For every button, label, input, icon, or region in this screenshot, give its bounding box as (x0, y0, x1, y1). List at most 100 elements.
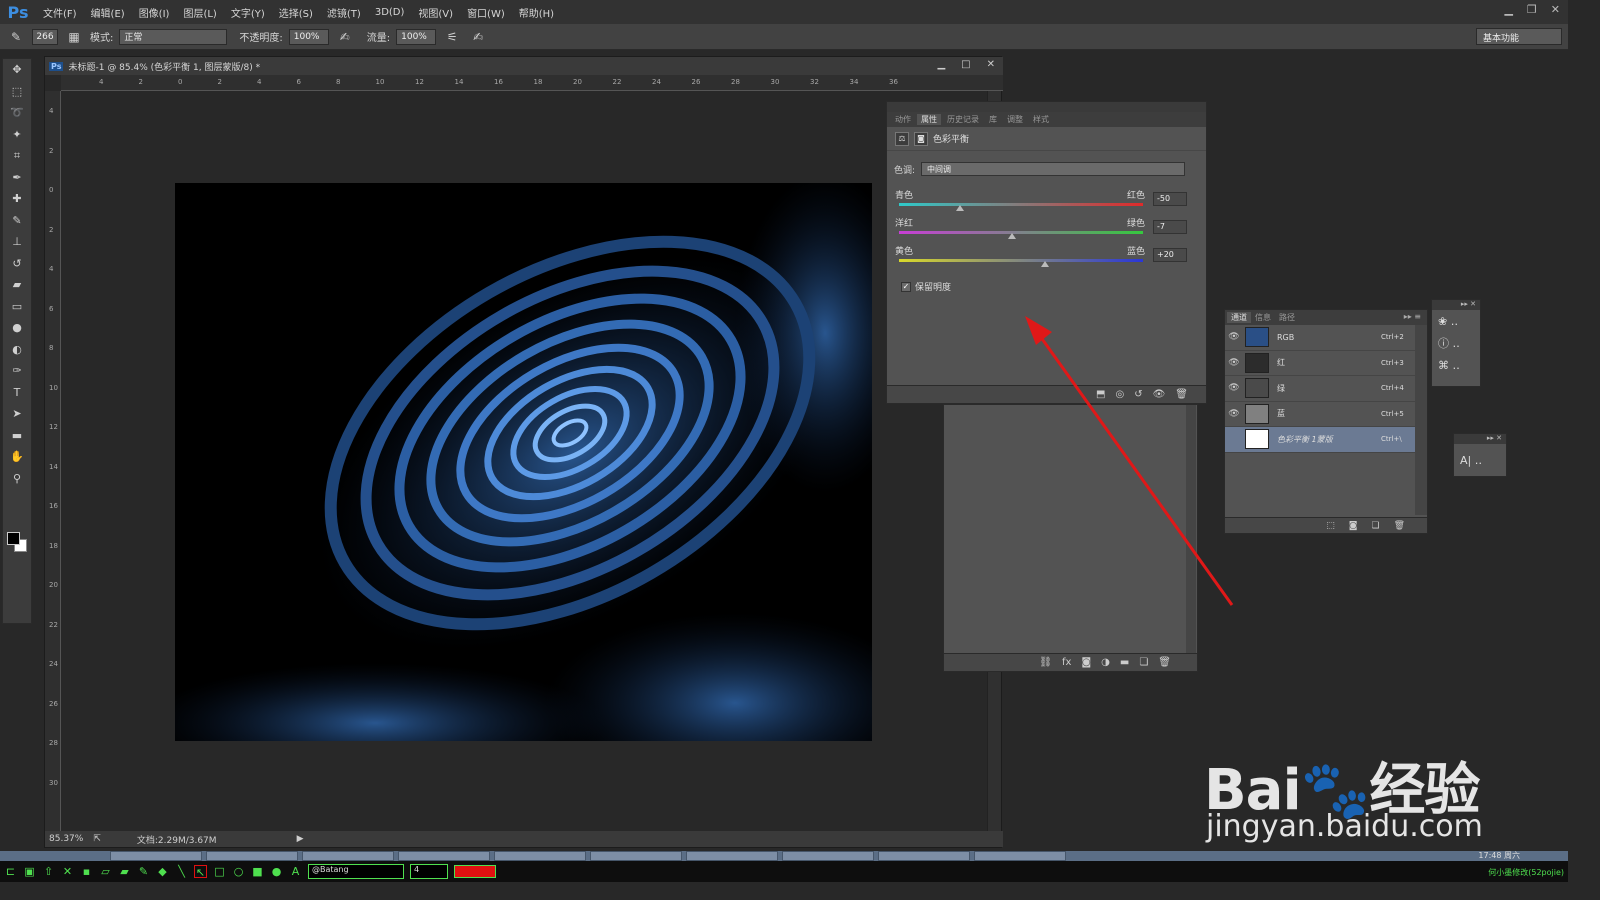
foreground-color-swatch[interactable] (7, 532, 20, 545)
brush-size-picker[interactable]: 266 (32, 28, 58, 45)
info-panel-icon[interactable]: ⓘ ‥ (1432, 332, 1480, 354)
line-icon[interactable]: ╲ (175, 865, 188, 878)
status-menu-arrow-icon[interactable]: ▶ (297, 834, 304, 844)
menu-edit[interactable]: 编辑(E) (84, 5, 132, 20)
cyan-red-thumb[interactable] (956, 205, 964, 211)
image-canvas[interactable] (175, 183, 872, 741)
taskbar-app[interactable] (494, 851, 586, 861)
size-select[interactable]: 4 (410, 864, 448, 879)
airbrush-icon[interactable]: ⚟ (442, 28, 462, 46)
taskbar-app[interactable] (206, 851, 298, 861)
paths-panel-icon[interactable]: ⌘ ‥ (1432, 354, 1480, 376)
flow-input[interactable]: 100% (396, 28, 437, 45)
path-select-tool-icon[interactable]: ➤ (3, 403, 31, 425)
taskbar-app[interactable] (974, 851, 1066, 861)
mask-icon[interactable]: ◙ (914, 131, 928, 146)
link-layers-icon[interactable]: ⛓ (1039, 657, 1052, 668)
pen-tool-icon[interactable]: ✑ (3, 360, 31, 382)
magenta-green-thumb[interactable] (1008, 233, 1017, 239)
taskbar-app[interactable] (878, 851, 970, 861)
delete-layer-icon[interactable]: 🗑 (1158, 657, 1171, 668)
reset-icon[interactable]: ↺ (1134, 389, 1142, 400)
lasso-tool-icon[interactable]: ➰ (3, 102, 31, 124)
character-panel-icon[interactable]: A| ‥ (1454, 444, 1506, 476)
taskbar-app[interactable] (686, 851, 778, 861)
up-icon[interactable]: ⇧ (42, 865, 55, 878)
tab-actions[interactable]: 动作 (891, 114, 915, 125)
hand-tool-icon[interactable]: ✋ (3, 446, 31, 468)
restore-icon[interactable]: ❐ (1527, 3, 1537, 16)
arrow-tool-icon[interactable]: ↖ (194, 865, 207, 879)
disk-icon[interactable]: ▪ (80, 865, 93, 878)
save-selection-icon[interactable]: ◙ (1349, 521, 1358, 531)
visibility-eye-icon[interactable]: 👁 (1225, 358, 1243, 368)
ellipse-icon[interactable]: ○ (232, 865, 245, 878)
dock-grip[interactable]: ▸▸ ✕ (1454, 434, 1506, 444)
type-tool-icon[interactable]: T (3, 382, 31, 404)
adjustment-layer-icon[interactable]: ◑ (1101, 657, 1110, 668)
color-balance-icon[interactable]: ⚖ (895, 131, 909, 146)
menu-help[interactable]: 帮助(H) (512, 5, 561, 20)
taskbar-app[interactable] (302, 851, 394, 861)
cyan-red-track[interactable] (899, 203, 1143, 206)
dock-grip[interactable]: ▸▸ ✕ (1432, 300, 1480, 310)
gradient-tool-icon[interactable]: ▭ (3, 296, 31, 318)
new-group-icon[interactable]: ▬ (1120, 657, 1129, 668)
view-previous-icon[interactable]: ◎ (1115, 389, 1124, 400)
menu-view[interactable]: 视图(V) (411, 5, 460, 20)
pressure-opacity-icon[interactable]: ✍ (335, 28, 355, 46)
taskbar-app[interactable] (398, 851, 490, 861)
minimize-icon[interactable]: ▁ (1504, 3, 1512, 16)
eraser-tool-icon[interactable]: ▰ (3, 274, 31, 296)
stamp-tool-icon[interactable]: ⊥ (3, 231, 31, 253)
font-select[interactable]: @Batang (308, 864, 404, 879)
tab-properties[interactable]: 属性 (917, 114, 941, 125)
panel-grip[interactable] (887, 102, 1206, 112)
doc-close-icon[interactable]: ✕ (987, 59, 995, 70)
add-mask-icon[interactable]: ◙ (1081, 657, 1091, 668)
yellow-blue-thumb[interactable] (1041, 261, 1050, 267)
channel-row-blue[interactable]: 👁 蓝 Ctrl+5 (1225, 402, 1427, 427)
zoom-tool-icon[interactable]: ⚲ (3, 468, 31, 490)
tone-select[interactable]: 中间调 (921, 162, 1186, 176)
dodge-tool-icon[interactable]: ◐ (3, 339, 31, 361)
clip-to-layer-icon[interactable]: ⬒ (1096, 389, 1105, 400)
load-selection-icon[interactable]: ⬚ (1326, 521, 1335, 531)
channel-row-red[interactable]: 👁 红 Ctrl+3 (1225, 351, 1427, 376)
brush-panel-icon[interactable]: ▦ (64, 28, 84, 46)
taskbar-app[interactable] (110, 851, 202, 861)
cancel-icon[interactable]: ✕ (61, 865, 74, 878)
pencil-icon[interactable]: ✎ (137, 865, 150, 878)
panel-menu-icon[interactable]: ▸▸ ≡ (1404, 312, 1421, 321)
new-channel-icon[interactable]: ❏ (1371, 521, 1379, 531)
fill-icon[interactable]: ◆ (156, 865, 169, 878)
pin-icon[interactable]: ⊏ (4, 865, 17, 878)
preserve-luminosity-checkbox[interactable]: ✓ (901, 281, 911, 292)
visibility-eye-icon[interactable]: 👁 (1225, 409, 1243, 419)
move-tool-icon[interactable]: ✥ (3, 59, 31, 81)
rect-icon[interactable]: □ (213, 865, 226, 878)
menu-type[interactable]: 文字(Y) (224, 5, 272, 20)
tab-history[interactable]: 历史记录 (943, 114, 983, 125)
menu-file[interactable]: 文件(F) (36, 5, 84, 20)
brush-tool-icon[interactable]: ✎ (6, 28, 26, 46)
delete-adjustment-icon[interactable]: 🗑 (1175, 389, 1188, 400)
yellow-blue-track[interactable] (899, 259, 1143, 262)
delete-channel-icon[interactable]: 🗑 (1394, 521, 1405, 531)
taskbar-app[interactable] (590, 851, 682, 861)
color-swatch[interactable] (454, 865, 496, 878)
magenta-green-value[interactable]: -7 (1153, 220, 1187, 234)
shape-tool-icon[interactable]: ▬ (3, 425, 31, 447)
tab-channels[interactable]: 通道 (1227, 312, 1251, 323)
cyan-red-value[interactable]: -50 (1153, 192, 1187, 206)
magenta-green-track[interactable] (899, 231, 1143, 234)
eyedropper-tool-icon[interactable]: ✒ (3, 167, 31, 189)
doc-minimize-icon[interactable]: ▁ (937, 59, 945, 70)
visibility-eye-icon[interactable]: 👁 (1225, 383, 1243, 393)
visibility-eye-icon[interactable]: 👁 (1225, 332, 1243, 342)
doc-maximize-icon[interactable]: □ (961, 59, 970, 70)
mode-select[interactable]: 正常 (119, 28, 228, 45)
channel-row-mask[interactable]: 色彩平衡 1蒙版 Ctrl+\ (1225, 427, 1427, 453)
taskbar-app[interactable] (782, 851, 874, 861)
opacity-input[interactable]: 100% (288, 28, 329, 45)
